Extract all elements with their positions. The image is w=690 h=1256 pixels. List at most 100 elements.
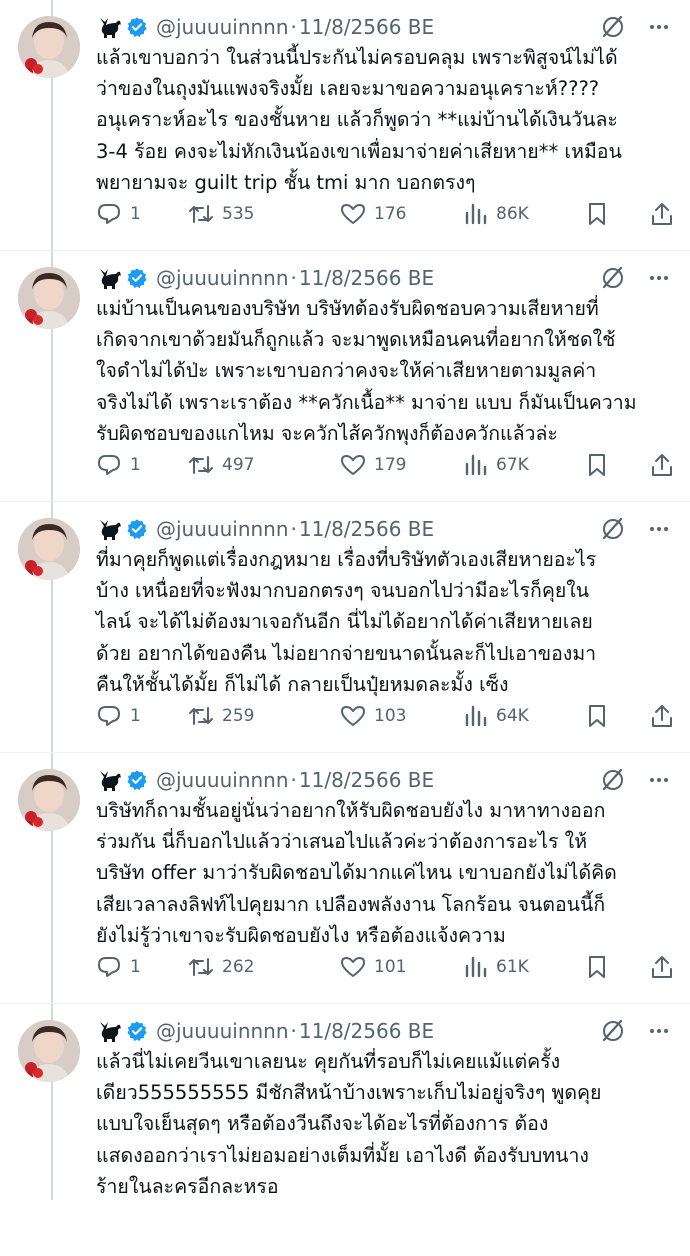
share-button[interactable] — [649, 449, 675, 481]
views-chart-icon — [465, 956, 487, 978]
reply-button[interactable]: 1 — [96, 951, 141, 983]
avatar[interactable] — [18, 1020, 80, 1082]
bookmark-button[interactable] — [584, 198, 610, 230]
heart-icon — [341, 957, 365, 977]
verified-badge-icon — [126, 518, 148, 540]
reply-count: 1 — [130, 957, 141, 977]
bookmark-button[interactable] — [584, 700, 610, 732]
more-options-icon[interactable] — [646, 265, 672, 291]
grok-icon[interactable] — [600, 265, 626, 291]
verified-badge-icon — [126, 267, 148, 289]
like-button[interactable]: 103 — [340, 700, 406, 732]
views-button[interactable]: 64K — [462, 700, 529, 732]
more-options-icon[interactable] — [646, 767, 672, 793]
retweet-icon — [189, 707, 213, 725]
view-count: 61K — [496, 957, 529, 977]
tweet[interactable]: @juuuuinnnn · 11/8/2566 BE บริษัทก็ถามชั… — [0, 753, 690, 1005]
heart-icon — [341, 706, 365, 726]
heart-icon — [341, 455, 365, 475]
tweet-text: บริษัทก็ถามชั้นอยู่นั่นว่าอยากให้รับผิดช… — [96, 799, 617, 947]
action-bar: 1 262 101 61K — [96, 951, 680, 983]
retweet-button[interactable]: 259 — [188, 700, 254, 732]
grok-icon[interactable] — [600, 14, 626, 40]
header-separator: · — [290, 266, 297, 290]
retweet-button[interactable]: 535 — [188, 198, 254, 230]
author-handle[interactable]: @juuuuinnnn — [156, 266, 289, 290]
bookmark-button[interactable] — [584, 951, 610, 983]
action-bar: 1 535 176 86K — [96, 198, 680, 230]
like-button[interactable]: 176 — [340, 198, 406, 230]
like-count: 101 — [374, 957, 407, 977]
more-options-icon[interactable] — [646, 14, 672, 40]
cat-emoji-icon — [96, 1018, 122, 1044]
tweet-header: @juuuuinnnn · 11/8/2566 BE — [96, 765, 678, 795]
retweet-button[interactable]: 262 — [188, 951, 254, 983]
share-button[interactable] — [649, 700, 675, 732]
retweet-icon — [189, 205, 213, 223]
view-count: 86K — [496, 204, 529, 224]
like-count: 103 — [374, 706, 407, 726]
views-chart-icon — [465, 203, 487, 225]
tweet-date[interactable]: 11/8/2566 BE — [299, 15, 434, 39]
share-button[interactable] — [649, 951, 675, 983]
reply-count: 1 — [130, 455, 141, 475]
author-handle[interactable]: @juuuuinnnn — [156, 517, 289, 541]
avatar[interactable] — [18, 16, 80, 78]
author-handle[interactable]: @juuuuinnnn — [156, 768, 289, 792]
bookmark-button[interactable] — [584, 449, 610, 481]
like-count: 179 — [374, 455, 407, 475]
tweet[interactable]: @juuuuinnnn · 11/8/2566 BE ที่มาคุยก็พูด… — [0, 502, 690, 754]
share-icon — [652, 705, 672, 727]
retweet-icon — [189, 456, 213, 474]
tweet-date[interactable]: 11/8/2566 BE — [299, 1019, 434, 1043]
share-icon — [652, 956, 672, 978]
reply-count: 1 — [130, 706, 141, 726]
header-separator: · — [290, 1019, 297, 1043]
tweet-date[interactable]: 11/8/2566 BE — [299, 768, 434, 792]
views-button[interactable]: 67K — [462, 449, 529, 481]
heart-icon — [341, 204, 365, 224]
tweet-text: ที่มาคุยก็พูดแต่เรื่องกฎหมาย เรื่องที่บร… — [96, 548, 597, 696]
avatar[interactable] — [18, 267, 80, 329]
retweet-count: 497 — [222, 455, 255, 475]
bookmark-icon — [589, 705, 605, 727]
reply-icon — [98, 706, 120, 726]
avatar[interactable] — [18, 518, 80, 580]
more-options-icon[interactable] — [646, 1018, 672, 1044]
reply-icon — [98, 957, 120, 977]
author-handle[interactable]: @juuuuinnnn — [156, 15, 289, 39]
header-separator: · — [290, 768, 297, 792]
grok-icon[interactable] — [600, 767, 626, 793]
reply-button[interactable]: 1 — [96, 700, 141, 732]
tweet-header: @juuuuinnnn · 11/8/2566 BE — [96, 1016, 678, 1046]
grok-icon[interactable] — [600, 1018, 626, 1044]
verified-badge-icon — [126, 769, 148, 791]
tweet[interactable]: @juuuuinnnn · 11/8/2566 BE แล้วเขาบอกว่า… — [0, 0, 690, 252]
avatar[interactable] — [18, 769, 80, 831]
views-button[interactable]: 61K — [462, 951, 529, 983]
retweet-button[interactable]: 497 — [188, 449, 254, 481]
reply-button[interactable]: 1 — [96, 449, 141, 481]
action-bar: 1 497 179 67K — [96, 449, 680, 481]
verified-badge-icon — [126, 1020, 148, 1042]
like-button[interactable]: 179 — [340, 449, 406, 481]
more-options-icon[interactable] — [646, 516, 672, 542]
tweet-header: @juuuuinnnn · 11/8/2566 BE — [96, 514, 678, 544]
tweet-date[interactable]: 11/8/2566 BE — [299, 517, 434, 541]
reply-icon — [98, 204, 120, 224]
tweet[interactable]: @juuuuinnnn · 11/8/2566 BE แม่บ้านเป็นคน… — [0, 251, 690, 503]
share-icon — [652, 203, 672, 225]
tweet-date[interactable]: 11/8/2566 BE — [299, 266, 434, 290]
reply-button[interactable]: 1 — [96, 198, 141, 230]
verified-badge-icon — [126, 16, 148, 38]
share-button[interactable] — [649, 198, 675, 230]
cat-emoji-icon — [96, 265, 122, 291]
view-count: 64K — [496, 706, 529, 726]
grok-icon[interactable] — [600, 516, 626, 542]
views-button[interactable]: 86K — [462, 198, 529, 230]
cat-emoji-icon — [96, 516, 122, 542]
view-count: 67K — [496, 455, 529, 475]
like-button[interactable]: 101 — [340, 951, 406, 983]
tweet[interactable]: @juuuuinnnn · 11/8/2566 BE แล้วนี่ไม่เคย… — [0, 1004, 690, 1256]
author-handle[interactable]: @juuuuinnnn — [156, 1019, 289, 1043]
